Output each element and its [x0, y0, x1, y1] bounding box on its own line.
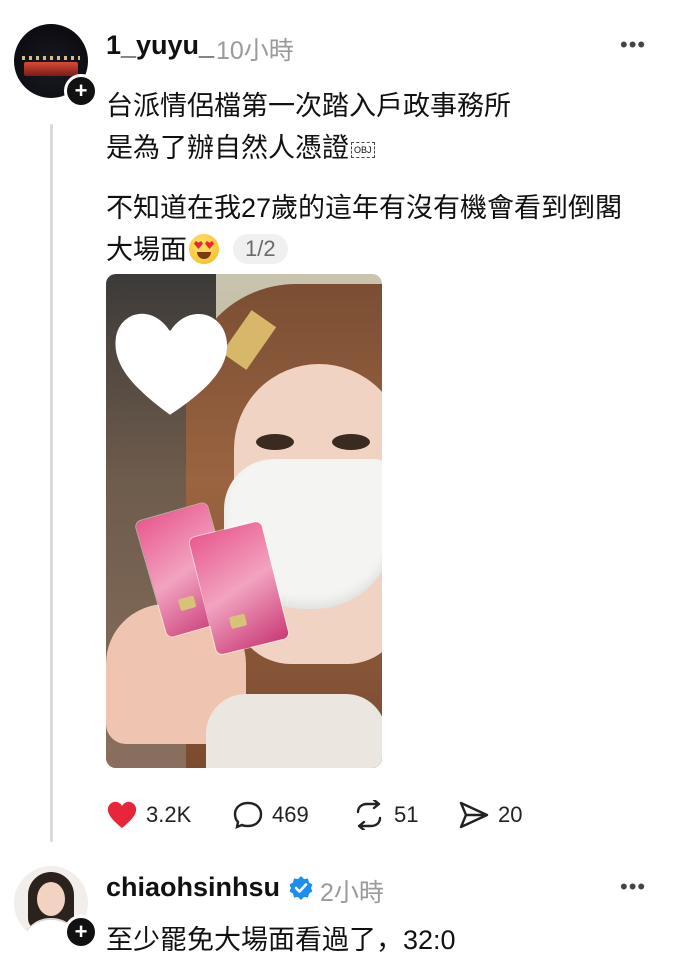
- post-text-line-3: 不知道在我27歲的這年有沒有機會看到倒閣: [106, 193, 623, 223]
- reply-follow-plus-icon[interactable]: +: [64, 915, 98, 949]
- image-counter: 1/2: [233, 234, 288, 264]
- post-time: 10小時: [216, 37, 294, 65]
- post-text-line-4-text: 大場面: [106, 235, 187, 265]
- post-text-line-1: 台派情侶檔第一次踏入戶政事務所: [106, 91, 511, 121]
- photo-heart-censor: [106, 296, 234, 426]
- repost-icon: [352, 800, 386, 830]
- post-photo[interactable]: [106, 274, 382, 768]
- thread-line: [50, 124, 53, 842]
- post-text-line-2: 是為了辦自然人憑證 OBJ: [106, 126, 375, 165]
- photo-eye-right: [332, 434, 370, 450]
- post-username[interactable]: 1_yuyu_: [106, 30, 214, 61]
- more-options-icon[interactable]: •••: [620, 32, 646, 58]
- avatar-photo-lights: [22, 56, 80, 60]
- repost-count: 51: [394, 802, 419, 827]
- share-button[interactable]: 20: [458, 797, 522, 833]
- heart-eyes-emoji-icon: [189, 234, 219, 264]
- reply-more-options-icon[interactable]: •••: [620, 874, 646, 900]
- repost-button[interactable]: 51: [352, 797, 418, 833]
- reply-username[interactable]: chiaohsinhsu: [106, 872, 280, 903]
- obj-placeholder-icon: OBJ: [351, 141, 375, 158]
- reply-text: 至少罷免大場面看過了，32:0: [106, 925, 456, 955]
- reply-avatar-face: [37, 882, 65, 916]
- post-text-line-2-text: 是為了辦自然人憑證: [106, 133, 349, 163]
- photo-eye-left: [256, 434, 294, 450]
- comment-bubble-icon: [232, 800, 264, 830]
- follow-plus-icon[interactable]: +: [64, 74, 98, 108]
- avatar-photo-building: [24, 62, 78, 76]
- reply-time: 2小時: [320, 879, 384, 907]
- post-text-line-4: 大場面 1/2: [106, 228, 288, 267]
- send-icon: [458, 800, 490, 830]
- photo-shirt: [206, 694, 382, 768]
- comment-count: 469: [272, 802, 309, 827]
- like-count: 3.2K: [146, 802, 192, 827]
- share-count: 20: [498, 802, 523, 827]
- like-button[interactable]: 3.2K: [106, 797, 191, 833]
- heart-icon: [106, 800, 138, 830]
- comment-button[interactable]: 469: [232, 797, 309, 833]
- verified-badge-icon: [288, 875, 314, 901]
